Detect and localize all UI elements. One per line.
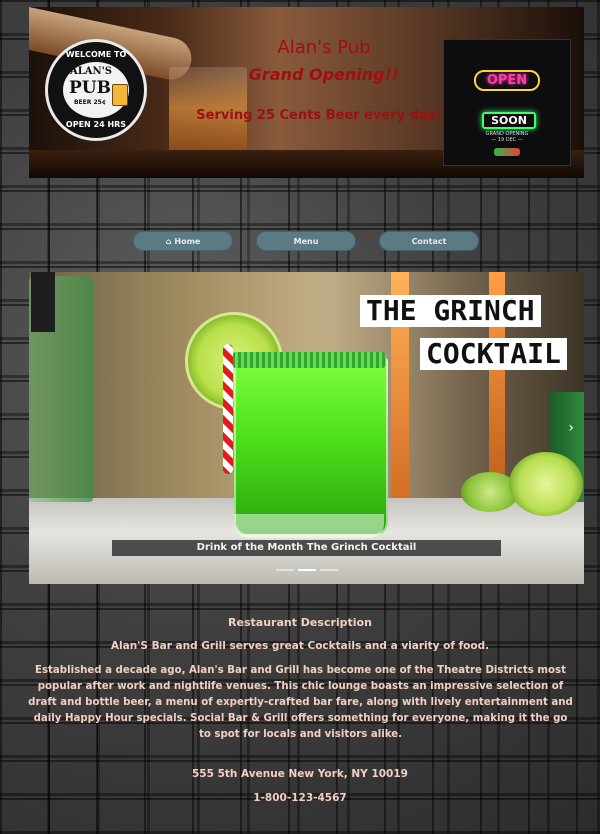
offer-text: Serving 25 Cents Beer every day!: [196, 108, 442, 123]
grinch-sign-line1: THE GRINCH: [360, 295, 541, 327]
opening-date-line2: — 19 DEC —: [491, 137, 523, 143]
nav-contact-label: Contact: [411, 236, 447, 246]
phone-link[interactable]: 1-800-123-4567: [0, 792, 600, 804]
carousel-indicator[interactable]: [297, 569, 316, 571]
candy-cane: [223, 344, 233, 474]
lime-half: [509, 452, 583, 516]
carousel-indicators: [29, 569, 584, 571]
carousel-indicator[interactable]: [275, 569, 294, 571]
pub-logo[interactable]: WELCOME TO ALAN'S PUB BEER 25¢ OPEN 24 H…: [45, 39, 147, 141]
nav-contact-button[interactable]: Contact: [379, 231, 479, 251]
nav-menu-button[interactable]: Menu: [256, 231, 356, 251]
logo-ring-top: WELCOME TO: [65, 50, 127, 59]
nav-menu-label: Menu: [293, 236, 319, 246]
carousel-indicator[interactable]: [319, 569, 338, 571]
glass-base: [234, 514, 384, 538]
carousel-caption: Drink of the Month The Grinch Cocktail: [112, 540, 501, 556]
site-title: Alan's Pub: [277, 37, 371, 58]
sugar-rim: [232, 352, 386, 368]
grinch-cocktail-glass: [234, 357, 388, 536]
description-paragraph: Established a decade ago, Alan's Bar and…: [28, 665, 573, 740]
logo-pub: PUB: [69, 78, 111, 98]
home-icon: ⌂: [165, 236, 172, 246]
description-summary: Alan'S Bar and Grill serves great Cockta…: [110, 640, 490, 652]
neon-soon-text: SOON: [482, 112, 536, 129]
site-subtitle: Grand Opening!!: [248, 65, 400, 84]
opening-date: GRAND OPENING — 19 DEC —: [480, 131, 534, 143]
logo-beer: BEER 25¢: [73, 99, 106, 106]
grinch-sign-line2: COCKTAIL: [420, 338, 567, 370]
opening-soon-sign: OPEN SOON GRAND OPENING — 19 DEC —: [443, 39, 571, 166]
nav-home-label: Home: [174, 236, 201, 246]
beer-mug-icon: [112, 84, 128, 106]
sign-brand-mark: [494, 148, 520, 156]
drink-carousel[interactable]: THE GRINCH COCKTAIL › Drink of the Month…: [29, 272, 584, 584]
neon-open-text: OPEN: [474, 70, 540, 91]
description-title: Restaurant Description: [228, 616, 372, 629]
skull-bottle-neck: [31, 272, 55, 332]
chevron-right-icon[interactable]: ›: [568, 420, 574, 436]
logo-name: ALAN'S: [70, 66, 112, 77]
header-banner: WELCOME TO ALAN'S PUB BEER 25¢ OPEN 24 H…: [29, 7, 584, 178]
nav-home-button[interactable]: ⌂ Home: [133, 231, 233, 251]
logo-ring-bottom: OPEN 24 HRS: [65, 120, 127, 129]
main-nav: ⌂ Home Menu Contact: [0, 231, 600, 251]
address-text: 555 5th Avenue New York, NY 10019: [192, 768, 408, 780]
